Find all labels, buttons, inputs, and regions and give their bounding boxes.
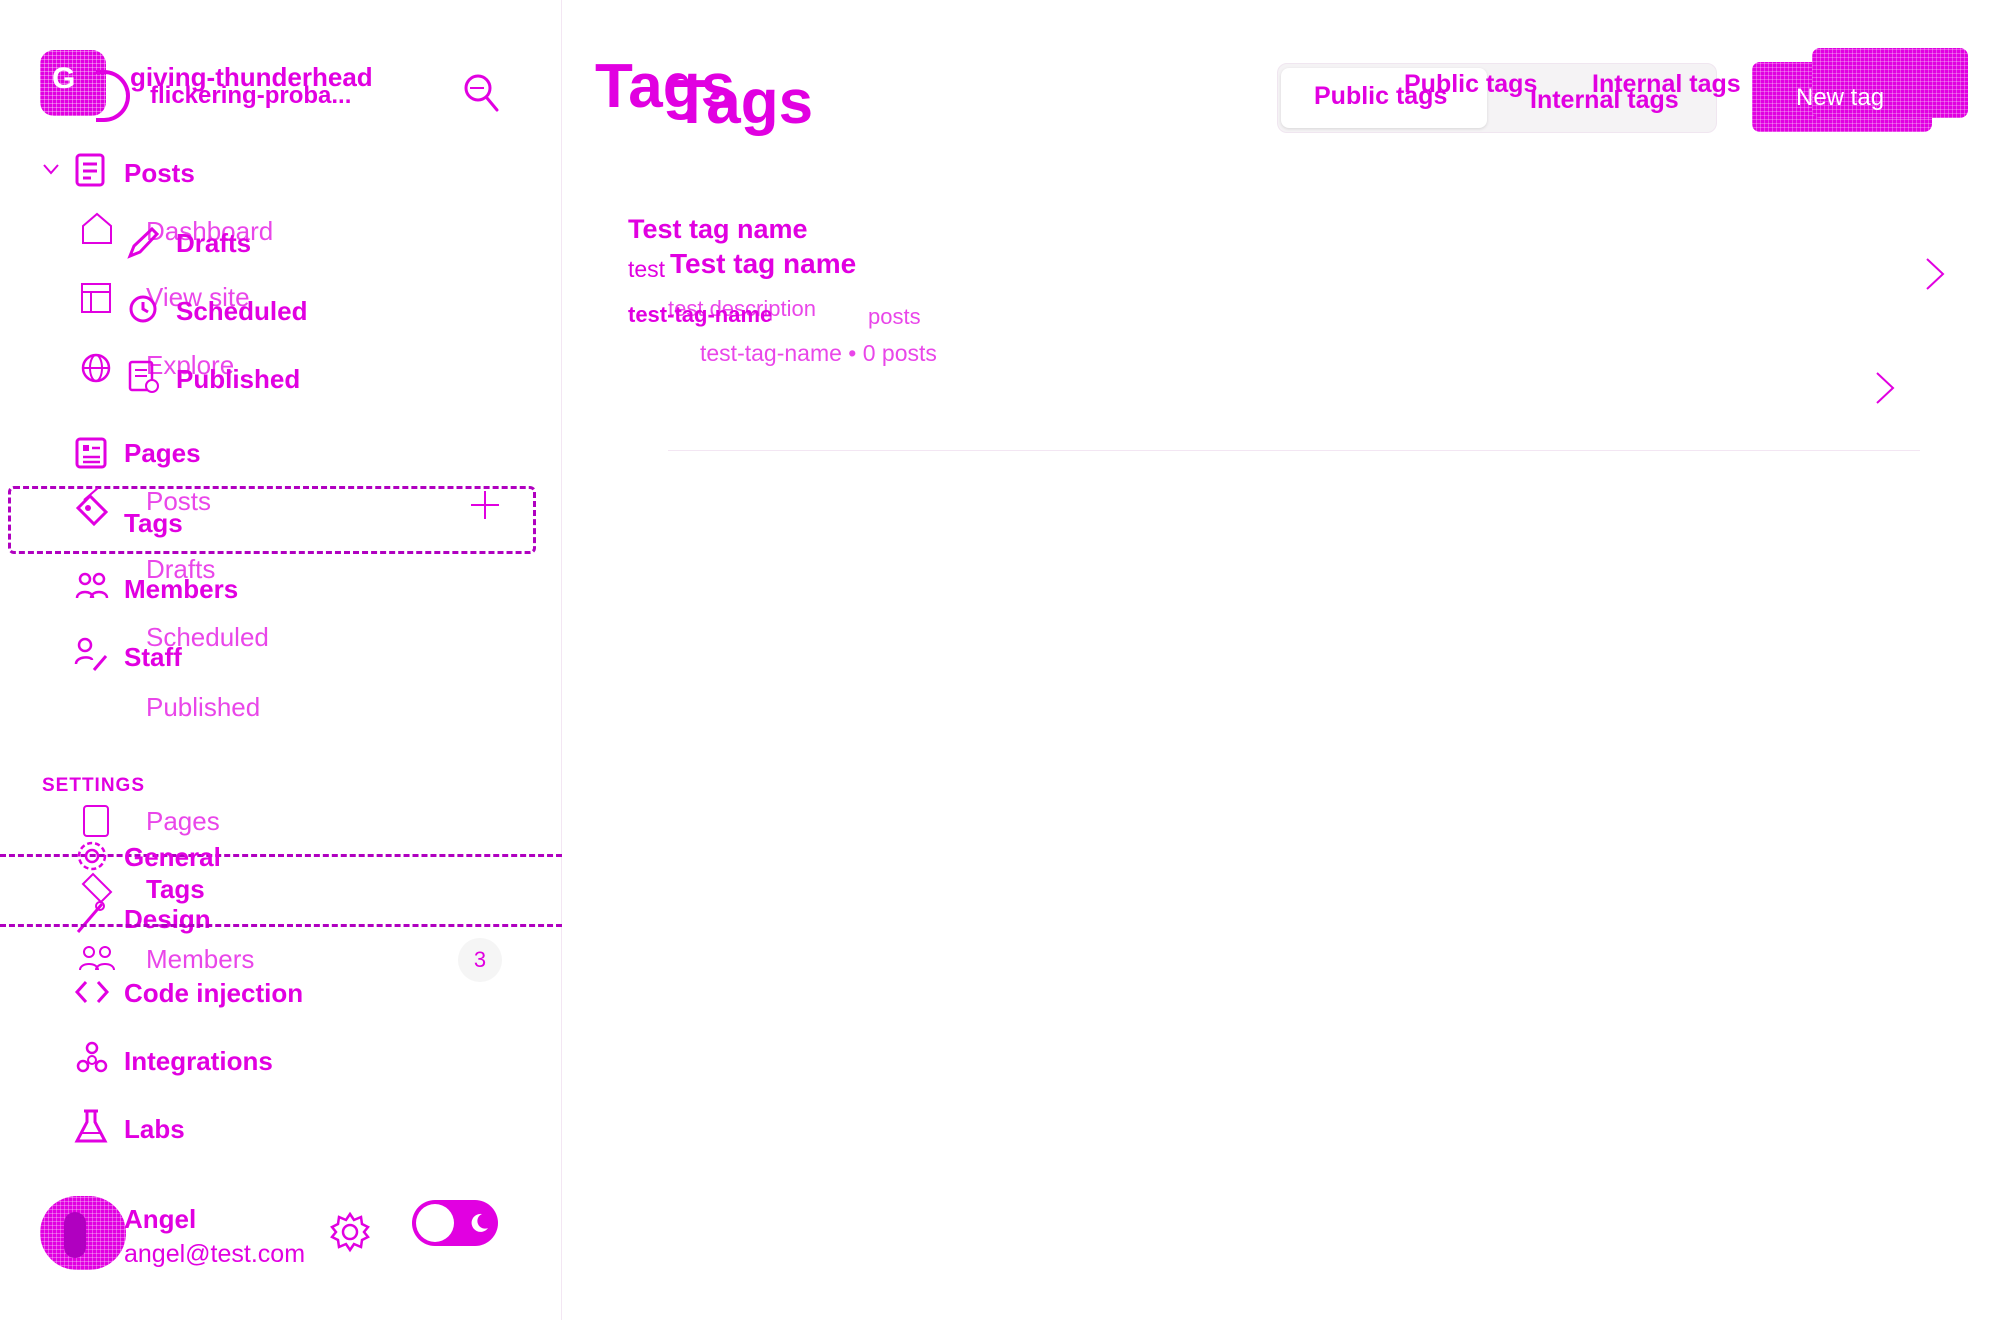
nav-tags-ghost[interactable]: Tags	[146, 876, 205, 902]
main-content: Tags Tags	[563, 0, 2000, 1320]
page-icon	[82, 804, 110, 838]
settings-general-outline-bottom	[0, 924, 562, 927]
nav-pages[interactable]: Pages	[124, 440, 201, 466]
code-icon	[74, 978, 110, 1006]
row-divider	[668, 450, 1920, 451]
tag-slug-meta: test-tag-name • 0 posts	[700, 340, 937, 366]
logo-arc	[96, 70, 130, 122]
nav-design[interactable]: Design	[124, 906, 211, 932]
view-site-icon	[80, 282, 112, 314]
avatar-status	[64, 1212, 86, 1258]
moon-icon	[468, 1212, 490, 1234]
nav-posts[interactable]: Posts	[124, 160, 195, 186]
user-email: angel@test.com	[124, 1240, 306, 1268]
tag-name[interactable]: Test tag name	[628, 216, 808, 243]
nav-scheduled[interactable]: Scheduled	[176, 298, 307, 324]
design-icon	[74, 900, 108, 936]
tag-posts-label: posts	[868, 304, 921, 329]
clock-icon	[128, 294, 158, 324]
members-count-badge: 3	[458, 938, 502, 982]
chevron-down-icon[interactable]	[42, 162, 60, 176]
nav-published-ghost[interactable]: Published	[146, 694, 260, 720]
chevron-right-icon-alt[interactable]	[1874, 370, 1896, 406]
nav-general[interactable]: General	[124, 844, 221, 870]
posts-icon	[74, 152, 106, 188]
pages-icon	[74, 436, 108, 470]
tag-description: test description	[668, 296, 816, 321]
members-outline-icon	[78, 944, 116, 972]
nav-code-injection[interactable]: Code injection	[124, 980, 303, 1006]
nav-labs[interactable]: Labs	[124, 1116, 185, 1142]
page-title-alt: Tags	[673, 68, 814, 137]
nav-staff[interactable]: Staff	[124, 644, 182, 670]
published-icon	[128, 360, 160, 394]
tag-slug-short: test	[628, 256, 666, 282]
tag-name-alt[interactable]: Test tag name	[670, 250, 856, 278]
gear-icon[interactable]	[328, 1210, 372, 1254]
site-logo-letter: G	[52, 62, 76, 95]
site-name-alt[interactable]: flickering-proba...	[150, 84, 351, 108]
labs-icon	[74, 1108, 108, 1144]
tag-icon	[74, 486, 110, 538]
nav-members[interactable]: Members	[124, 576, 238, 602]
nav-pages-ghost[interactable]: Pages	[146, 808, 220, 834]
settings-heading: SETTINGS	[42, 775, 146, 796]
user-name: Angel	[124, 1204, 197, 1234]
search-icon[interactable]	[462, 70, 500, 114]
globe-icon	[80, 352, 112, 384]
tab-internal-tags-alt[interactable]: Internal tags	[1530, 88, 1679, 113]
nav-tags[interactable]: Tags	[124, 510, 183, 536]
staff-icon	[74, 636, 108, 672]
tab-public-tags-alt[interactable]: Public tags	[1404, 72, 1537, 97]
nav-published[interactable]: Published	[176, 366, 300, 392]
dark-mode-toggle[interactable]	[412, 1200, 498, 1246]
nav-integrations[interactable]: Integrations	[124, 1048, 273, 1074]
settings-gear-icon	[74, 838, 110, 874]
plus-icon[interactable]	[468, 488, 502, 522]
toggle-knob	[416, 1204, 454, 1242]
new-tag-label[interactable]: New tag	[1796, 86, 1884, 110]
pencil-icon	[126, 226, 160, 260]
nav-members-ghost[interactable]: Members	[146, 946, 254, 972]
sidebar: G giving-thunderhead flickering-proba...…	[0, 0, 562, 1320]
members-icon	[74, 570, 110, 602]
nav-drafts[interactable]: Drafts	[176, 230, 251, 256]
chevron-right-icon[interactable]	[1924, 256, 1946, 292]
integrations-icon	[74, 1040, 110, 1076]
home-icon	[80, 210, 114, 246]
